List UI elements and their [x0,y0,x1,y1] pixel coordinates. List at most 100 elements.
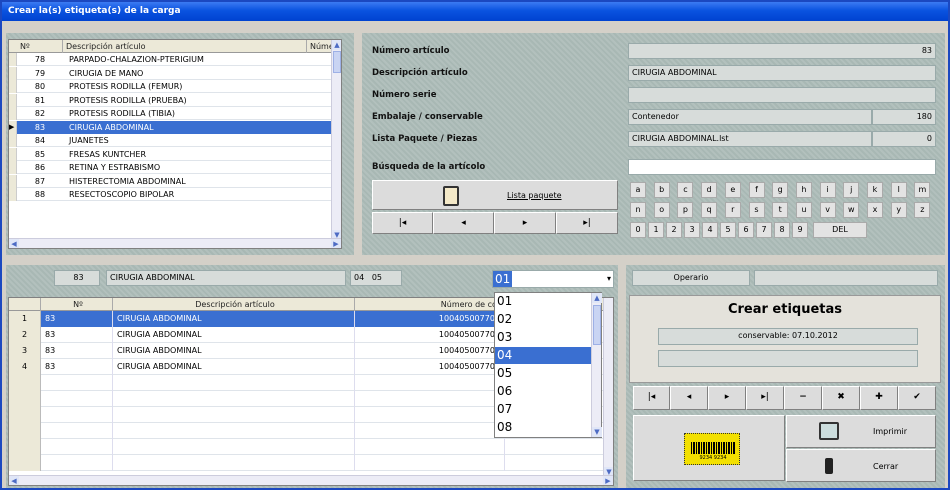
print-button[interactable]: Imprimir [786,415,936,448]
first-label-button[interactable]: |◂ [633,386,670,410]
key-h[interactable]: h [795,182,812,198]
key-del[interactable]: DEL [813,222,867,238]
article-row[interactable]: 84 JUANETES [9,134,341,147]
next-record-button[interactable]: ▸ [494,212,556,234]
article-row[interactable]: ▶ 83 CIRUGIA ABDOMINAL [9,120,341,134]
combo-select[interactable]: 01 ▾ [492,270,614,288]
lista-paquete-button[interactable]: Lista paquete [372,180,618,210]
key-v[interactable]: v [819,202,836,218]
key-c[interactable]: c [677,182,694,198]
key-q[interactable]: q [701,202,718,218]
key-u[interactable]: u [795,202,812,218]
last-record-button[interactable]: ▸| [556,212,618,234]
key-4[interactable]: 4 [702,222,718,238]
dropdown-option[interactable]: 04 [495,347,591,364]
article-row[interactable]: 85 FRESAS KUNTCHER [9,147,341,161]
key-d[interactable]: d [701,182,718,198]
article-num: 87 [34,176,46,186]
col-num[interactable]: Nº [17,40,63,53]
dropdown-scrollbar[interactable]: ▲ ▼ [591,293,602,437]
scroll-left-icon[interactable]: ◀ [9,476,19,485]
dropdown-option[interactable]: 02 [495,311,591,328]
article-row[interactable]: 81 PROTESIS RODILLA (PRUEBA) [9,93,341,107]
dropdown-option[interactable]: 01 [495,293,591,310]
combo-dropdown-list[interactable]: ▲ ▼ 01 02 03 04 05 06 07 08 [494,292,602,438]
confirm-button[interactable]: ✔ [898,386,936,410]
col-num[interactable]: Nº [41,298,113,311]
busqueda-input[interactable] [628,159,936,175]
article-list-vscroll[interactable]: ▲ ▼ [331,40,341,240]
article-row[interactable]: 82 PROTESIS RODILLA (TIBIA) [9,107,341,120]
scroll-right-icon[interactable]: ▶ [331,239,341,248]
key-0[interactable]: 0 [630,222,646,238]
key-6[interactable]: 6 [738,222,754,238]
scroll-left-icon[interactable]: ◀ [9,239,19,248]
delete-button[interactable]: ✖ [822,386,860,410]
key-n[interactable]: n [630,202,646,218]
article-list[interactable]: Nº Descripción artículo Núme 78 PARPADO-C… [8,39,342,249]
article-list-hscroll[interactable]: ◀ ▶ [9,238,341,248]
key-j[interactable]: j [843,182,860,198]
col-desc[interactable]: Descripción artículo [63,40,307,53]
key-p[interactable]: p [677,202,694,218]
key-m[interactable]: m [914,182,931,198]
key-y[interactable]: y [890,202,907,218]
article-row[interactable]: 79 CIRUGIA DE MANO [9,66,341,80]
scroll-up-icon[interactable]: ▲ [592,293,602,303]
col-code[interactable]: Número de cód [355,298,505,311]
scroll-down-icon[interactable]: ▼ [592,427,602,437]
col-numero[interactable]: Núme [307,40,333,53]
key-2[interactable]: 2 [666,222,682,238]
labels-table-hscroll[interactable]: ◀ ▶ [9,475,613,485]
dropdown-option[interactable]: 06 [495,383,591,400]
dropdown-option[interactable]: 05 [495,365,591,382]
article-row[interactable]: 87 HISTERECTOMIA ABDOMINAL [9,174,341,188]
key-l[interactable]: l [890,182,907,198]
key-o[interactable]: o [653,202,670,218]
scroll-right-icon[interactable]: ▶ [603,476,613,485]
key-w[interactable]: w [843,202,860,218]
article-row[interactable]: 80 PROTESIS RODILLA (FEMUR) [9,80,341,93]
key-b[interactable]: b [653,182,670,198]
key-3[interactable]: 3 [684,222,700,238]
close-button[interactable]: Cerrar [786,449,936,482]
article-row[interactable]: 86 RETINA Y ESTRABISMO [9,161,341,174]
key-f[interactable]: f [748,182,765,198]
prev-record-button[interactable]: ◂ [433,212,494,234]
key-x[interactable]: x [867,202,883,218]
key-i[interactable]: i [819,182,836,198]
barcode-text: 9234 9234 [699,455,727,461]
chevron-down-icon[interactable]: ▾ [607,271,611,287]
first-record-button[interactable]: |◂ [372,212,433,234]
next-label-button[interactable]: ▸ [708,386,746,410]
scroll-thumb[interactable] [333,51,341,73]
row-indicator [9,188,17,201]
key-9[interactable]: 9 [792,222,808,238]
dropdown-option[interactable]: 03 [495,329,591,346]
key-1[interactable]: 1 [648,222,664,238]
labels-table-vscroll[interactable]: ▼ [603,298,613,477]
dropdown-option[interactable]: 07 [495,401,591,418]
key-a[interactable]: a [630,182,646,198]
key-s[interactable]: s [748,202,765,218]
scroll-up-icon[interactable]: ▲ [332,40,341,50]
add-button[interactable]: ✚ [860,386,898,410]
key-7[interactable]: 7 [756,222,772,238]
minus-button[interactable]: − [784,386,822,410]
key-g[interactable]: g [772,182,789,198]
scroll-thumb[interactable] [593,305,601,345]
key-k[interactable]: k [867,182,883,198]
key-e[interactable]: e [724,182,741,198]
article-row[interactable]: 88 RESECTOSCOPIO BIPOLAR [9,188,341,201]
last-label-button[interactable]: ▸| [746,386,784,410]
prev-label-button[interactable]: ◂ [670,386,708,410]
dropdown-option[interactable]: 08 [495,419,591,436]
row-index [9,391,41,407]
key-t[interactable]: t [772,202,789,218]
key-r[interactable]: r [724,202,741,218]
key-z[interactable]: z [914,202,931,218]
col-desc[interactable]: Descripción artículo [113,298,355,311]
article-row[interactable]: 78 PARPADO-CHALAZION-PTERIGIUM [9,53,341,66]
key-8[interactable]: 8 [774,222,790,238]
key-5[interactable]: 5 [720,222,736,238]
